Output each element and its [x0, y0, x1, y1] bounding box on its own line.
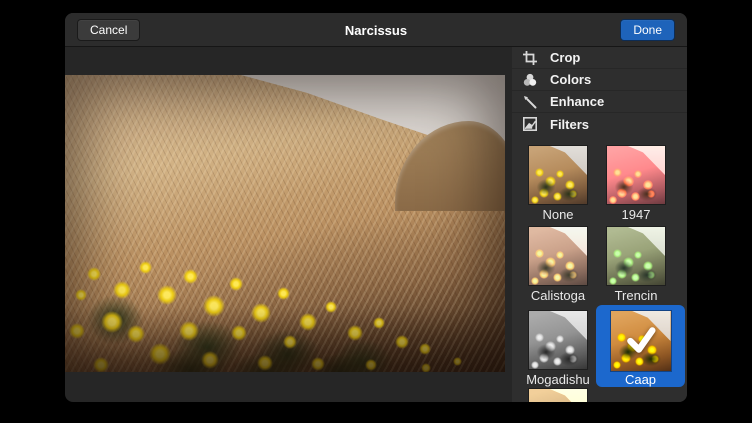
filter-thumbnail — [529, 146, 587, 204]
checkmark-icon — [624, 323, 658, 357]
tool-label: Colors — [550, 72, 591, 87]
filter-tile-calistoga[interactable]: Calistoga — [519, 227, 597, 303]
tool-item-colors[interactable]: Colors — [512, 69, 687, 91]
tool-item-enhance[interactable]: Enhance — [512, 91, 687, 113]
filter-label: Trencin — [597, 288, 675, 303]
edit-sidebar: Crop Colors Enhance — [512, 47, 687, 402]
filter-thumbnail — [529, 311, 587, 369]
filter-label: None — [519, 207, 597, 222]
filter-label: 1947 — [597, 207, 675, 222]
filter-tile-partial[interactable] — [519, 389, 597, 402]
filter-thumbnail — [529, 227, 587, 285]
tool-label: Filters — [550, 117, 589, 132]
filter-label: Calistoga — [519, 288, 597, 303]
photo-vignette — [65, 75, 505, 372]
filter-label: Mogadishu — [519, 372, 597, 387]
filter-tile-mogadishu[interactable]: Mogadishu — [519, 311, 597, 387]
tool-label: Enhance — [550, 94, 604, 109]
enhance-icon — [522, 94, 538, 110]
filter-label: Caap — [596, 372, 685, 387]
filter-thumbnail — [529, 389, 587, 402]
tool-item-crop[interactable]: Crop — [512, 47, 687, 69]
filters-icon — [522, 116, 538, 132]
crop-icon — [522, 50, 538, 66]
tool-label: Crop — [550, 50, 580, 65]
colors-icon — [522, 72, 538, 88]
header-bar: Cancel Narcissus Done — [65, 13, 687, 47]
cancel-button[interactable]: Cancel — [77, 19, 140, 41]
filter-tile-none[interactable]: None — [519, 146, 597, 222]
filter-tile-trencin[interactable]: Trencin — [597, 227, 675, 303]
filter-tile-1947[interactable]: 1947 — [597, 146, 675, 222]
filter-thumbnail — [607, 146, 665, 204]
filter-tile-caap-selected[interactable]: Caap — [596, 305, 685, 387]
tool-item-filters[interactable]: Filters — [512, 113, 687, 135]
photo-canvas — [65, 75, 505, 372]
filter-thumbnail — [611, 311, 671, 371]
filter-thumbnail — [607, 227, 665, 285]
photo-editor-window: Cancel Narcissus Done Crop — [65, 13, 687, 402]
done-button[interactable]: Done — [620, 19, 675, 41]
page-title: Narcissus — [65, 13, 687, 47]
